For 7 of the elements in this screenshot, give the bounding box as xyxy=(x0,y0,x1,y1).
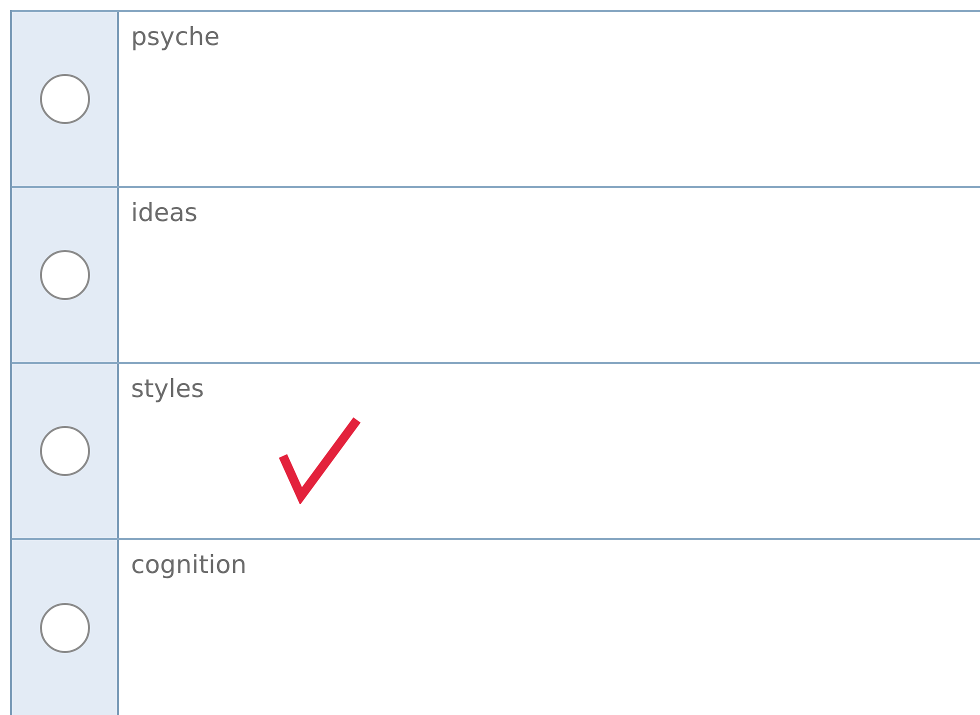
answer-option: styles xyxy=(131,374,204,403)
answer-option: ideas xyxy=(131,198,198,227)
radio-button[interactable] xyxy=(40,426,90,476)
radio-button[interactable] xyxy=(40,74,90,124)
radio-button[interactable] xyxy=(40,250,90,300)
answer-option: cognition xyxy=(131,550,247,579)
answer-option: psyche xyxy=(131,22,220,51)
